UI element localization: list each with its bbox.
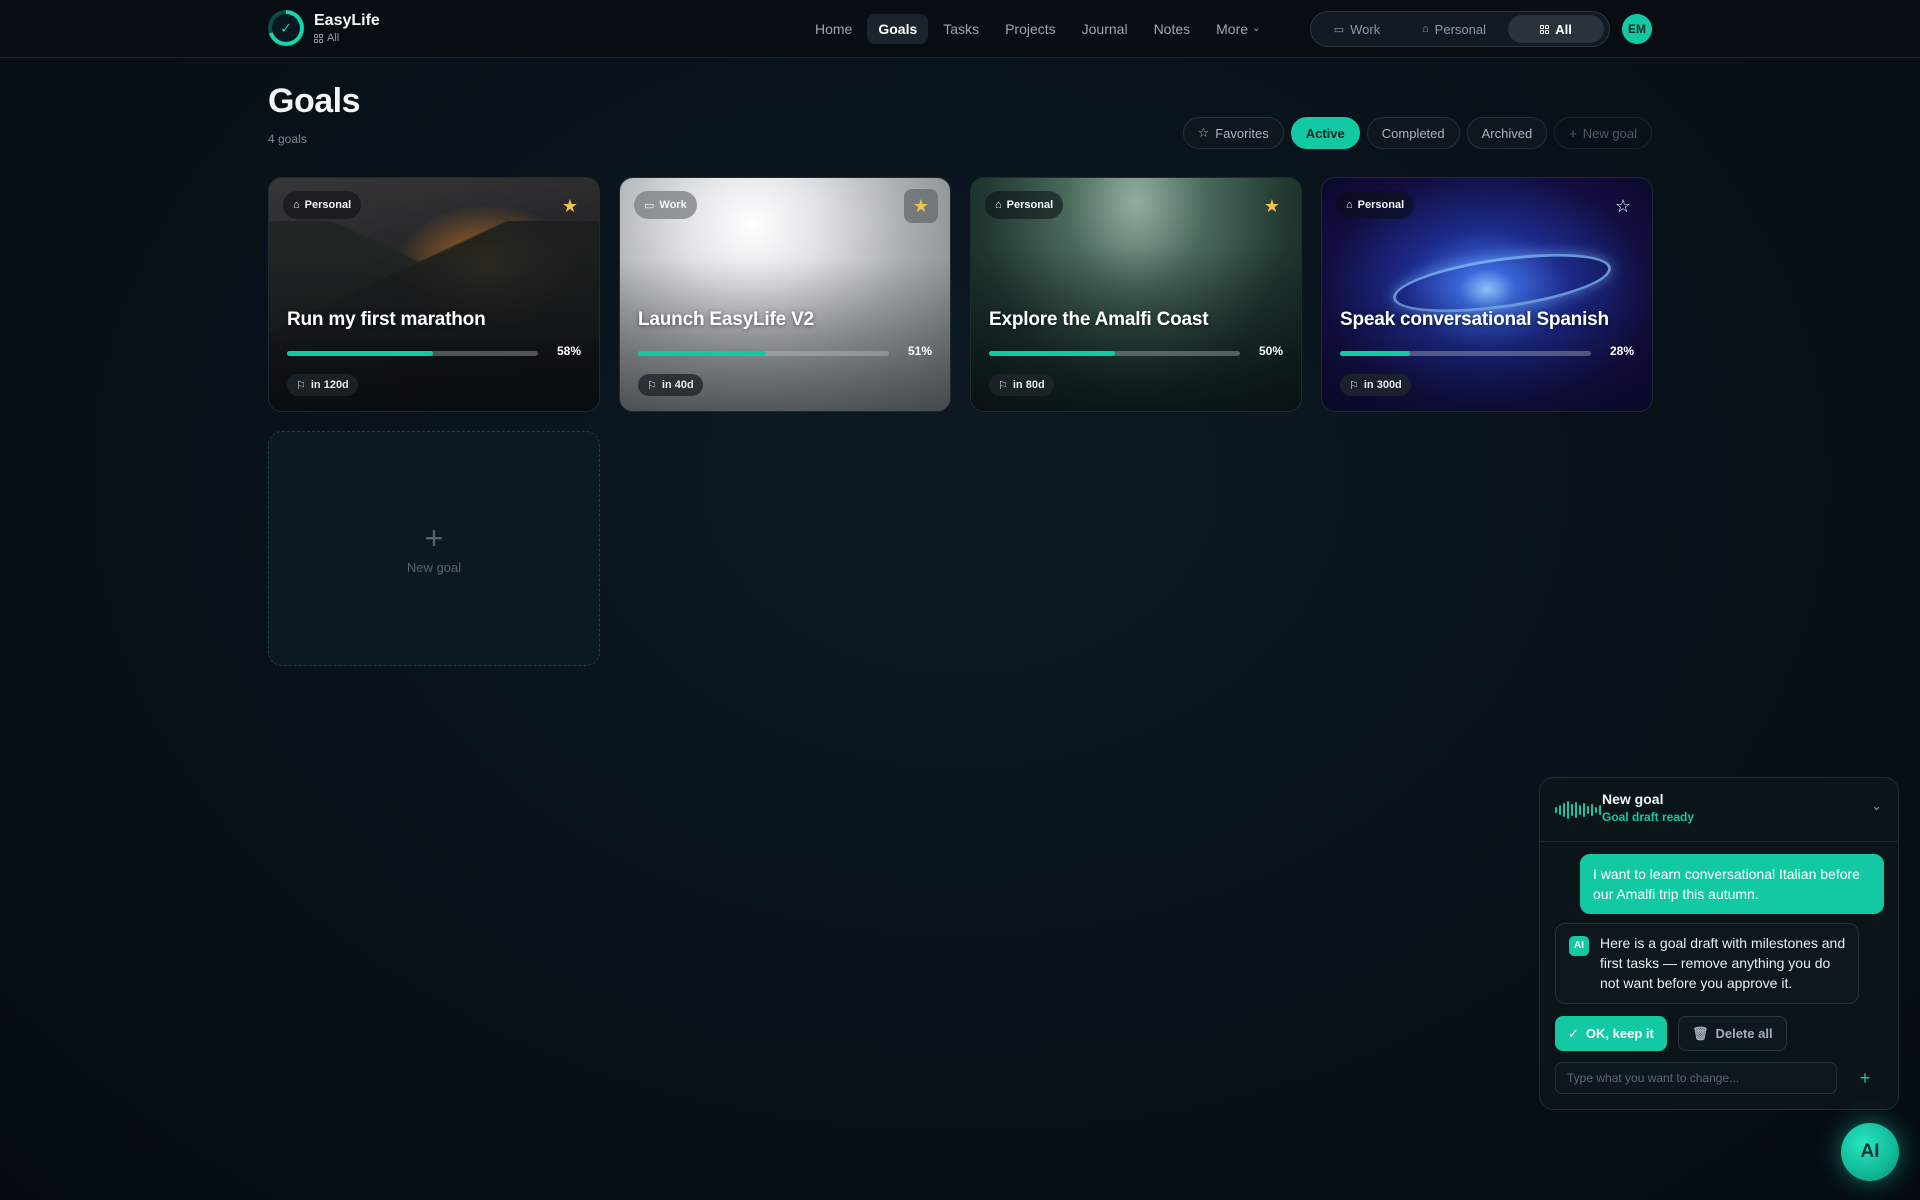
briefcase-icon: ▭ bbox=[1333, 23, 1345, 36]
progress-bar bbox=[989, 351, 1240, 356]
home-icon: ⌂ bbox=[1346, 199, 1353, 211]
progress-percent: 50% bbox=[1258, 344, 1283, 358]
home-icon: ⌂ bbox=[995, 199, 1002, 211]
scope-all[interactable]: All bbox=[1508, 15, 1604, 43]
briefcase-icon: ▭ bbox=[644, 199, 655, 212]
logo-icon: ✓ bbox=[268, 10, 304, 46]
goal-title: Explore the Amalfi Coast bbox=[989, 309, 1209, 330]
plus-icon: + bbox=[1569, 125, 1577, 141]
flag-icon: ⚐ bbox=[647, 379, 657, 392]
flag-icon: ⚐ bbox=[1349, 379, 1359, 392]
avatar[interactable]: EM bbox=[1622, 14, 1652, 44]
new-goal-button[interactable]: + New goal bbox=[1554, 117, 1652, 149]
filter-favorites[interactable]: ☆ Favorites bbox=[1182, 117, 1284, 149]
ai-assistant-button[interactable]: AI bbox=[1841, 1123, 1899, 1181]
goal-filters: ☆ Favorites Active Completed Archived + … bbox=[1182, 117, 1652, 149]
ai-badge-icon: AI bbox=[1569, 936, 1589, 956]
due-badge: ⚐ in 300d bbox=[1340, 374, 1411, 396]
favorite-star-icon[interactable]: ★ bbox=[904, 189, 938, 223]
chevron-down-icon[interactable]: ⌄ bbox=[1871, 798, 1882, 814]
progress-percent: 51% bbox=[907, 344, 932, 358]
category-tag: ▭ Work bbox=[634, 191, 697, 219]
scope-indicator: All bbox=[314, 32, 380, 44]
flag-icon: ⚐ bbox=[296, 379, 306, 392]
grid-icon bbox=[314, 33, 323, 43]
chevron-down-icon: ⌄ bbox=[1252, 23, 1261, 34]
due-badge: ⚐ in 40d bbox=[638, 374, 703, 396]
send-plus-icon[interactable]: + bbox=[1845, 1062, 1885, 1094]
filter-archived[interactable]: Archived bbox=[1466, 117, 1548, 149]
assistant-title: New goal bbox=[1602, 791, 1664, 807]
assistant-header: New goal Goal draft ready ⌄ bbox=[1540, 778, 1898, 842]
nav-notes[interactable]: Notes bbox=[1143, 14, 1202, 44]
new-goal-card[interactable]: + New goal bbox=[268, 431, 600, 666]
goal-title: Speak conversational Spanish bbox=[1340, 309, 1609, 330]
new-goal-label: New goal bbox=[406, 560, 462, 575]
category-tag: ⌂ Personal bbox=[1336, 191, 1415, 219]
assistant-message: AI Here is a goal draft with milestones … bbox=[1555, 923, 1859, 1004]
ok-keep-button[interactable]: ✓ OK, keep it bbox=[1555, 1016, 1667, 1051]
goal-count: 4 goals bbox=[268, 132, 307, 146]
goal-grid: ⌂ Personal ★ Run my first marathon 58% ⚐… bbox=[268, 177, 1653, 412]
brand[interactable]: ✓ EasyLife All bbox=[268, 10, 380, 46]
home-icon: ⌂ bbox=[293, 199, 300, 211]
progress-bar bbox=[287, 351, 538, 356]
favorite-star-icon[interactable]: ★ bbox=[1255, 189, 1289, 223]
due-badge: ⚐ in 120d bbox=[287, 374, 358, 396]
nav-journal[interactable]: Journal bbox=[1071, 14, 1139, 44]
change-request-input[interactable] bbox=[1555, 1062, 1837, 1094]
user-message: I want to learn conversational Italian b… bbox=[1580, 854, 1884, 914]
trash-icon: 🗑︎ bbox=[1692, 1025, 1709, 1041]
waveform-icon bbox=[1555, 800, 1601, 820]
main-nav: Home Goals Tasks Projects Journal Notes … bbox=[804, 14, 1271, 44]
scope-switch: ▭ Work ⌂ Personal All bbox=[1310, 11, 1610, 47]
home-icon: ⌂ bbox=[1422, 23, 1429, 35]
app-name: EasyLife bbox=[314, 12, 380, 29]
filter-completed[interactable]: Completed bbox=[1366, 117, 1460, 149]
nav-home[interactable]: Home bbox=[804, 14, 863, 44]
nav-goals[interactable]: Goals bbox=[867, 14, 929, 44]
plus-icon: + bbox=[424, 520, 444, 556]
due-badge: ⚐ in 80d bbox=[989, 374, 1054, 396]
progress-bar bbox=[638, 351, 889, 356]
goal-card[interactable]: ⌂ Personal ★ Run my first marathon 58% ⚐… bbox=[268, 177, 600, 412]
favorite-star-icon[interactable]: ★ bbox=[553, 189, 587, 223]
goal-card[interactable]: ⌂ Personal ☆ Speak conversational Spanis… bbox=[1321, 177, 1653, 412]
assistant-status: Goal draft ready bbox=[1602, 810, 1695, 824]
delete-all-button[interactable]: 🗑︎ Delete all bbox=[1678, 1016, 1787, 1051]
nav-more[interactable]: More ⌄ bbox=[1205, 14, 1271, 44]
flag-icon: ⚐ bbox=[998, 379, 1008, 392]
grid-icon bbox=[1540, 24, 1550, 34]
goal-card[interactable]: ▭ Work ★ Launch EasyLife V2 51% ⚐ in 40d bbox=[619, 177, 951, 412]
nav-projects[interactable]: Projects bbox=[994, 14, 1067, 44]
category-tag: ⌂ Personal bbox=[283, 191, 362, 219]
ai-assistant-panel: New goal Goal draft ready ⌄ I want to le… bbox=[1539, 777, 1899, 1110]
filter-active[interactable]: Active bbox=[1290, 117, 1360, 149]
check-icon: ✓ bbox=[1568, 1025, 1579, 1041]
goal-card[interactable]: ⌂ Personal ★ Explore the Amalfi Coast 50… bbox=[970, 177, 1302, 412]
scope-personal[interactable]: ⌂ Personal bbox=[1402, 15, 1506, 43]
top-navigation-bar: ✓ EasyLife All Home Goals Tasks Projects… bbox=[0, 0, 1920, 58]
nav-tasks[interactable]: Tasks bbox=[932, 14, 990, 44]
favorite-star-outline-icon[interactable]: ☆ bbox=[1606, 189, 1640, 223]
progress-percent: 28% bbox=[1609, 344, 1634, 358]
category-tag: ⌂ Personal bbox=[985, 191, 1064, 219]
progress-bar bbox=[1340, 351, 1591, 356]
page-title: Goals bbox=[268, 82, 360, 120]
progress-percent: 58% bbox=[556, 344, 581, 358]
star-outline-icon: ☆ bbox=[1197, 125, 1210, 140]
goal-title: Run my first marathon bbox=[287, 309, 486, 330]
scope-work[interactable]: ▭ Work bbox=[1314, 15, 1400, 43]
goal-title: Launch EasyLife V2 bbox=[638, 309, 814, 330]
